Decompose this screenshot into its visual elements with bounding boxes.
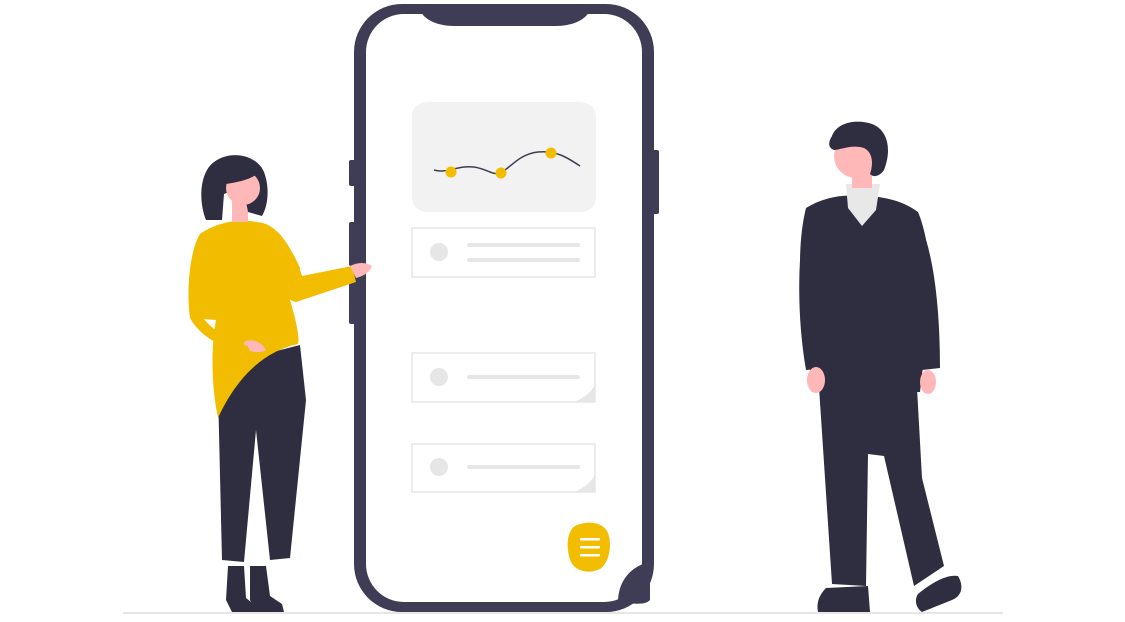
illustration-scene [123, 4, 1003, 614]
man-shoe-right [915, 575, 962, 612]
card-avatar [430, 243, 448, 261]
woman-figure [188, 155, 372, 612]
chart-point-1 [445, 166, 457, 178]
card-line [467, 465, 580, 469]
woman-shoe-right [250, 566, 284, 612]
menu-button[interactable] [567, 522, 610, 572]
phone-notch [420, 10, 590, 26]
list-card-3[interactable] [411, 443, 596, 493]
chart-point-2 [495, 167, 507, 179]
card-avatar [430, 458, 448, 476]
man-hand-right [920, 370, 936, 394]
card-avatar [430, 368, 448, 386]
man-hand-left [807, 367, 825, 393]
man-figure [799, 121, 962, 612]
list-card-2[interactable] [411, 352, 596, 403]
card-line-1 [467, 243, 580, 247]
phone [349, 4, 659, 612]
chart-point-3 [545, 147, 557, 159]
man-shoe-left [817, 586, 870, 612]
list-card-1[interactable] [411, 227, 596, 278]
chart-widget [412, 102, 596, 212]
man-trousers [818, 370, 944, 586]
card-line-2 [467, 258, 580, 262]
card-line [467, 375, 580, 379]
chart-panel [412, 102, 596, 212]
